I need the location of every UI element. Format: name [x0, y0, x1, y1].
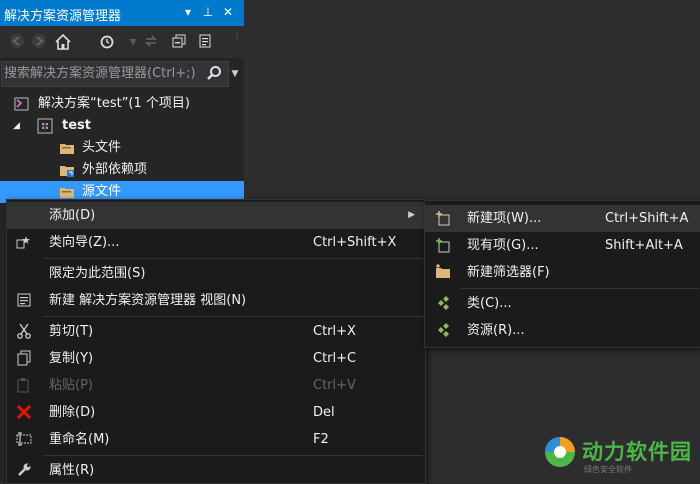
menu-separator	[43, 455, 423, 456]
dropdown-small-icon[interactable]: ▾	[124, 33, 142, 51]
menu-separator	[461, 288, 699, 289]
existing-item-icon	[436, 238, 450, 253]
menu-item-label: 重命名(M)	[49, 432, 110, 447]
panel-titlebar: 解决方案资源管理器 ▾ ⊥ ✕	[0, 0, 244, 26]
tree-project-node[interactable]: ◢ test	[0, 115, 244, 137]
forward-icon[interactable]	[30, 33, 48, 51]
add-submenu: 新建项(W)... Ctrl+Shift+A 现有项(G)... Shift+A…	[424, 200, 700, 348]
new-view-icon	[17, 293, 31, 307]
submenu-item-new-item[interactable]: 新建项(W)... Ctrl+Shift+A	[425, 205, 700, 232]
menu-item-label: 新建筛选器(F)	[467, 265, 550, 280]
tree-item-label: 头文件	[82, 140, 122, 155]
pending-changes-icon[interactable]	[98, 33, 116, 51]
menu-item-shortcut: Ctrl+Shift+X	[313, 235, 397, 250]
menu-item-properties[interactable]: 属性(R)	[7, 457, 425, 484]
submenu-item-class[interactable]: 类(C)...	[425, 290, 700, 317]
close-icon[interactable]: ✕	[220, 4, 236, 20]
external-deps-icon	[60, 166, 74, 177]
menu-item-shortcut: Del	[313, 405, 335, 420]
collapse-all-icon[interactable]	[170, 33, 188, 51]
menu-item-label: 添加(D)	[49, 208, 96, 223]
class-wizard-icon	[16, 236, 30, 249]
copy-icon	[17, 350, 31, 366]
menu-separator	[43, 258, 423, 259]
project-icon	[37, 118, 53, 134]
menu-item-label: 现有项(G)...	[467, 238, 539, 253]
menu-item-scope-to-this[interactable]: 限定为此范围(S)	[7, 260, 425, 287]
back-icon[interactable]	[8, 33, 26, 51]
menu-item-shortcut: Ctrl+Shift+A	[605, 211, 689, 226]
menu-item-label: 资源(R)...	[467, 323, 525, 338]
paste-icon	[17, 378, 29, 393]
menu-item-cut[interactable]: 剪切(T) Ctrl+X	[7, 318, 425, 345]
menu-item-shortcut: Ctrl+C	[313, 351, 357, 366]
menu-item-label: 新建项(W)...	[467, 211, 542, 226]
menu-item-add[interactable]: 添加(D) ▶	[7, 202, 425, 229]
solution-icon	[14, 97, 29, 111]
solution-label: 解决方案“test”(1 个项目)	[38, 96, 190, 111]
watermark-logo-icon	[545, 437, 575, 467]
watermark-subtext: 绿色安全软件	[584, 465, 632, 474]
search-box[interactable]	[1, 61, 229, 87]
delete-icon	[16, 404, 32, 420]
menu-item-copy[interactable]: 复制(Y) Ctrl+C	[7, 345, 425, 372]
tree-solution-node[interactable]: 解决方案“test”(1 个项目)	[0, 93, 244, 115]
menu-item-label: 删除(D)	[49, 405, 96, 420]
wrench-icon	[18, 463, 31, 476]
toolbar-overflow-icon[interactable]: ⁞	[228, 28, 246, 46]
menu-item-shortcut: Shift+Alt+A	[605, 238, 683, 253]
watermark: 动力软件园 绿色安全软件	[540, 430, 700, 482]
home-icon[interactable]	[54, 33, 72, 51]
menu-item-rename[interactable]: 重命名(M) F2	[7, 426, 425, 453]
project-label: test	[62, 118, 91, 133]
menu-item-paste[interactable]: 粘贴(P) Ctrl+V	[7, 372, 425, 399]
search-icon[interactable]	[206, 65, 222, 81]
menu-item-delete[interactable]: 删除(D) Del	[7, 399, 425, 426]
menu-item-shortcut: Ctrl+V	[313, 378, 356, 393]
search-options-dropdown-icon[interactable]: ▼	[228, 61, 242, 87]
menu-item-label: 类向导(Z)...	[49, 235, 120, 250]
menu-item-label: 限定为此范围(S)	[49, 266, 146, 281]
menu-item-shortcut: F2	[313, 432, 329, 447]
pin-icon[interactable]: ⊥	[200, 4, 216, 20]
sync-icon[interactable]	[142, 33, 160, 51]
menu-item-label: 复制(Y)	[49, 351, 94, 366]
watermark-text: 动力软件园	[582, 440, 692, 464]
context-menu: 添加(D) ▶ 类向导(Z)... Ctrl+Shift+X 限定为此范围(S)…	[6, 199, 426, 484]
menu-item-new-view[interactable]: 新建 解决方案资源管理器 视图(N)	[7, 287, 425, 314]
properties-icon[interactable]	[196, 33, 214, 51]
menu-item-label: 剪切(T)	[49, 324, 94, 339]
rename-icon	[16, 432, 32, 446]
new-filter-icon	[436, 264, 450, 278]
new-item-icon	[436, 211, 450, 226]
resource-icon	[438, 323, 449, 337]
tree-item-label: 外部依赖项	[82, 162, 148, 177]
scissors-icon	[17, 323, 31, 339]
submenu-item-existing-item[interactable]: 现有项(G)... Shift+Alt+A	[425, 232, 700, 259]
dropdown-icon[interactable]: ▾	[180, 4, 196, 20]
folder-filter-icon	[60, 144, 74, 154]
menu-item-label: 类(C)...	[467, 296, 512, 311]
tree-item-external-deps[interactable]: 外部依赖项	[0, 159, 244, 181]
submenu-item-resource[interactable]: 资源(R)...	[425, 317, 700, 344]
menu-item-label: 属性(R)	[49, 463, 95, 478]
submenu-arrow-icon: ▶	[408, 210, 415, 220]
submenu-item-new-filter[interactable]: 新建筛选器(F)	[425, 259, 700, 286]
menu-item-label: 新建 解决方案资源管理器 视图(N)	[49, 293, 247, 308]
panel-toolbar: ▾ ⁞	[0, 26, 244, 58]
tree-item-header-files[interactable]: 头文件	[0, 137, 244, 159]
menu-item-class-wizard[interactable]: 类向导(Z)... Ctrl+Shift+X	[7, 229, 425, 256]
folder-filter-icon	[60, 188, 74, 198]
menu-item-shortcut: Ctrl+X	[313, 324, 356, 339]
expand-arrow-icon[interactable]: ◢	[13, 115, 20, 137]
menu-item-label: 粘贴(P)	[49, 378, 93, 393]
menu-separator	[43, 316, 423, 317]
panel-title: 解决方案资源管理器	[4, 9, 122, 24]
class-icon	[438, 296, 449, 310]
search-input[interactable]	[4, 63, 200, 83]
